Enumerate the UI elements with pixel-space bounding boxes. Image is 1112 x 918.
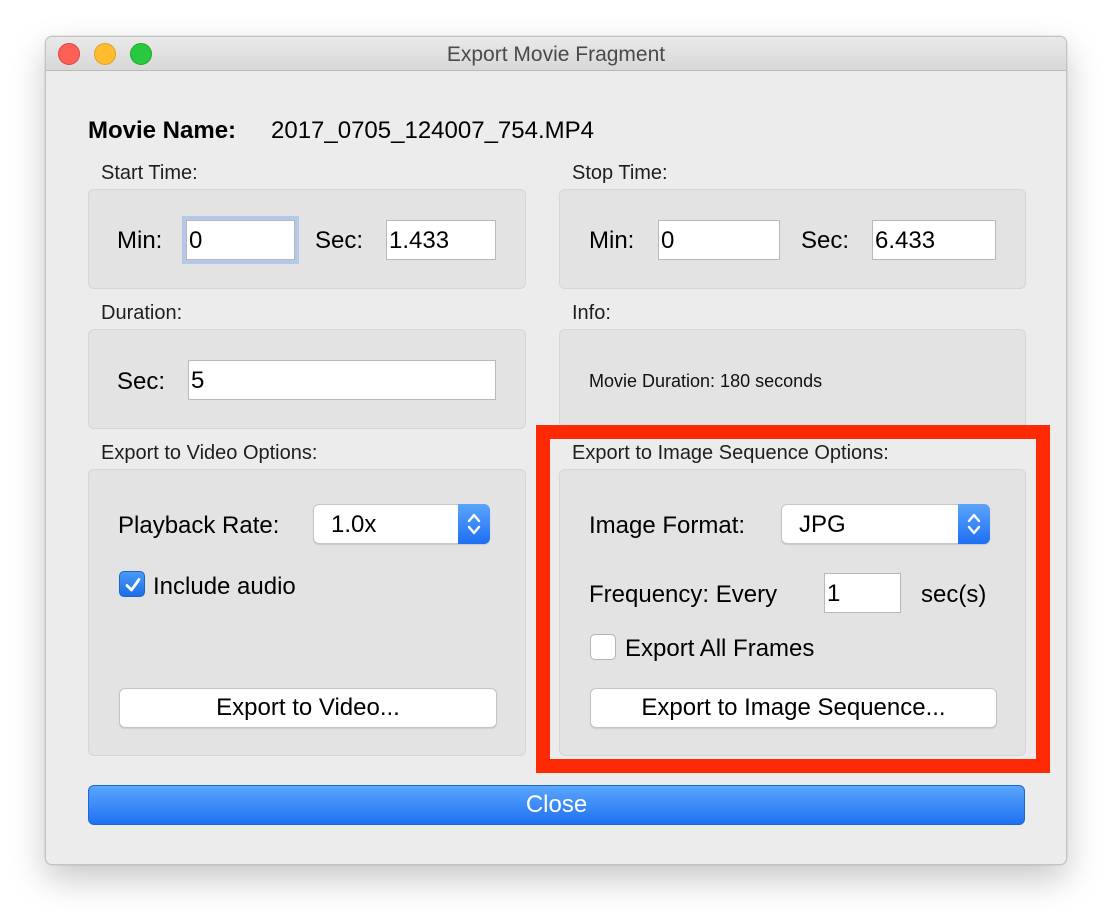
start-min-field[interactable]: 0	[186, 220, 295, 260]
stop-time-label: Stop Time:	[572, 162, 668, 184]
movie-duration-text: Movie Duration: 180 seconds	[589, 371, 823, 391]
video-options-label: Export to Video Options:	[101, 442, 318, 464]
duration-sec-label: Sec:	[117, 368, 166, 395]
movie-name-value: 2017_0705_124007_754.MP4	[271, 117, 594, 144]
start-time-label: Start Time:	[101, 162, 198, 184]
playback-rate-label: Playback Rate:	[118, 512, 280, 539]
duration-sec-field[interactable]: 5	[188, 360, 496, 400]
start-sec-label: Sec:	[315, 227, 364, 254]
stop-min-field[interactable]: 0	[658, 220, 780, 260]
highlight-annotation-box	[536, 425, 1050, 773]
include-audio-checkbox[interactable]	[119, 571, 145, 597]
stop-sec-label: Sec:	[801, 227, 850, 254]
start-sec-field[interactable]: 1.433	[386, 220, 496, 260]
start-min-label: Min:	[117, 227, 163, 254]
duration-label: Duration:	[101, 302, 183, 324]
video-options-group: Playback Rate: 1.0x Include audio Export…	[88, 469, 526, 756]
title-bar[interactable]: Export Movie Fragment	[46, 37, 1066, 71]
export-dialog-window: Export Movie Fragment Movie Name: 2017_0…	[45, 36, 1067, 865]
export-to-video-button[interactable]: Export to Video...	[119, 688, 497, 728]
close-button[interactable]: Close	[88, 785, 1025, 825]
playback-rate-value: 1.0x	[331, 511, 377, 538]
duration-group: Sec: 5	[88, 329, 526, 429]
stop-sec-field[interactable]: 6.433	[872, 220, 996, 260]
info-label: Info:	[572, 302, 611, 324]
checkmark-icon	[125, 578, 141, 592]
stop-min-label: Min:	[589, 227, 635, 254]
stop-time-group: Min: 0 Sec: 6.433	[559, 189, 1026, 289]
start-time-group: Min: 0 Sec: 1.433	[88, 189, 526, 289]
include-audio-label[interactable]: Include audio	[153, 573, 296, 601]
popup-stepper-icon	[458, 504, 490, 544]
playback-rate-popup[interactable]: 1.0x	[313, 504, 490, 544]
movie-name-label: Movie Name:	[88, 117, 237, 144]
info-group: Movie Duration: 180 seconds	[559, 329, 1026, 429]
window-title: Export Movie Fragment	[446, 43, 666, 66]
